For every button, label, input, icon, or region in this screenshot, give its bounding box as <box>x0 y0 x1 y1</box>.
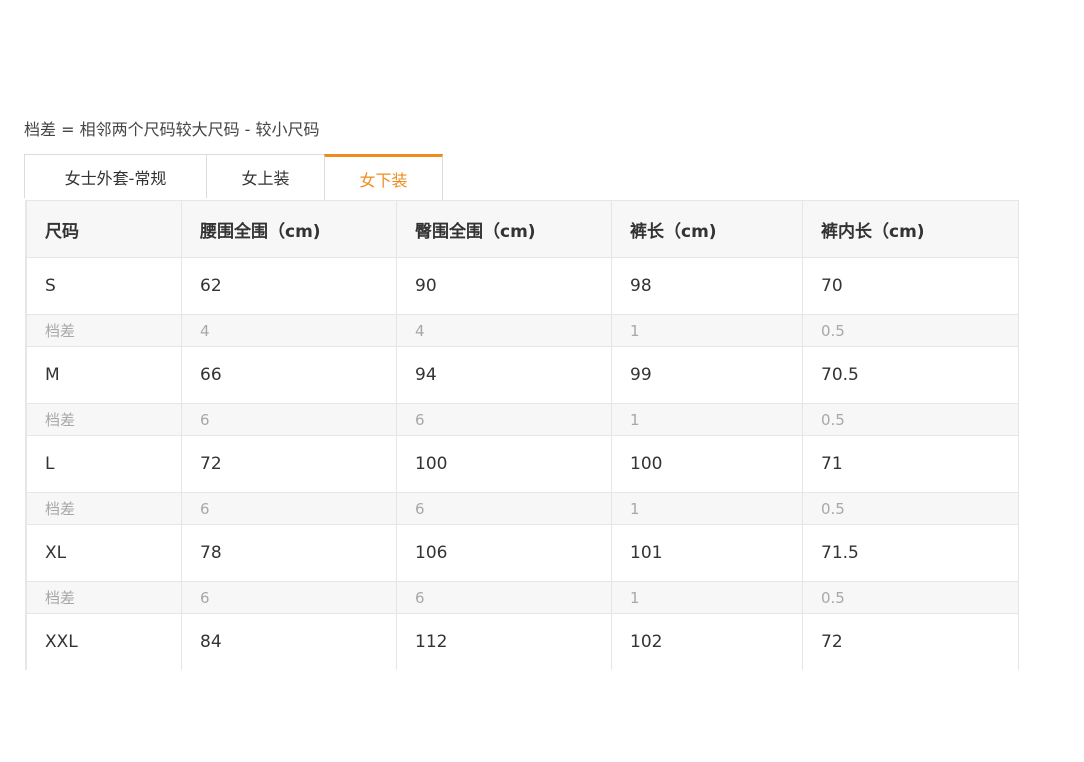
cell-inseam: 71 <box>802 435 1018 493</box>
cell-pants-length: 1 <box>611 581 803 614</box>
cell-hip: 94 <box>396 346 612 404</box>
cell-diff-label: 档差 <box>26 492 182 525</box>
table-diff-row: 档差 6 6 1 0.5 <box>26 581 1018 614</box>
cell-pants-length: 1 <box>611 492 803 525</box>
size-table: 尺码 腰围全围（cm) 臀围全围（cm) 裤长（cm) 裤内长（cm) S 62… <box>26 200 1018 670</box>
tab-womens-coat[interactable]: 女士外套-常规 <box>24 154 207 198</box>
cell-waist: 66 <box>181 346 397 404</box>
cell-waist: 78 <box>181 524 397 582</box>
table-row: XL 78 106 101 71.5 <box>26 524 1018 582</box>
cell-inseam: 70.5 <box>802 346 1018 404</box>
cell-inseam: 70 <box>802 257 1018 315</box>
cell-diff-label: 档差 <box>26 581 182 614</box>
cell-waist: 6 <box>181 403 397 436</box>
cell-hip: 6 <box>396 492 612 525</box>
cell-inseam: 0.5 <box>802 314 1018 347</box>
header-inseam: 裤内长（cm) <box>802 200 1018 258</box>
cell-pants-length: 98 <box>611 257 803 315</box>
cell-size: XXL <box>26 613 182 670</box>
cell-waist: 62 <box>181 257 397 315</box>
cell-size: S <box>26 257 182 315</box>
cell-inseam: 0.5 <box>802 492 1018 525</box>
cell-inseam: 0.5 <box>802 403 1018 436</box>
header-hip: 臀围全围（cm) <box>396 200 612 258</box>
cell-hip: 112 <box>396 613 612 670</box>
table-row: M 66 94 99 70.5 <box>26 346 1018 404</box>
size-chart: 尺码 腰围全围（cm) 臀围全围（cm) 裤长（cm) 裤内长（cm) S 62… <box>25 200 1019 670</box>
cell-hip: 100 <box>396 435 612 493</box>
cell-waist: 6 <box>181 492 397 525</box>
table-row: XXL 84 112 102 72 <box>26 613 1018 670</box>
cell-inseam: 0.5 <box>802 581 1018 614</box>
header-waist: 腰围全围（cm) <box>181 200 397 258</box>
table-diff-row: 档差 6 6 1 0.5 <box>26 492 1018 525</box>
cell-pants-length: 1 <box>611 403 803 436</box>
tab-womens-tops[interactable]: 女上装 <box>206 154 325 198</box>
category-tabs: 女士外套-常规 女上装 女下装 <box>24 154 443 200</box>
cell-pants-length: 101 <box>611 524 803 582</box>
cell-waist: 84 <box>181 613 397 670</box>
cell-size: M <box>26 346 182 404</box>
cell-hip: 6 <box>396 403 612 436</box>
cell-hip: 6 <box>396 581 612 614</box>
cell-pants-length: 99 <box>611 346 803 404</box>
cell-hip: 106 <box>396 524 612 582</box>
header-size: 尺码 <box>26 200 182 258</box>
cell-waist: 4 <box>181 314 397 347</box>
table-row: L 72 100 100 71 <box>26 435 1018 493</box>
cell-pants-length: 100 <box>611 435 803 493</box>
cell-inseam: 71.5 <box>802 524 1018 582</box>
table-header-row: 尺码 腰围全围（cm) 臀围全围（cm) 裤长（cm) 裤内长（cm) <box>26 200 1018 258</box>
cell-hip: 4 <box>396 314 612 347</box>
cell-waist: 6 <box>181 581 397 614</box>
cell-diff-label: 档差 <box>26 314 182 347</box>
tab-womens-bottoms[interactable]: 女下装 <box>324 154 443 200</box>
cell-size: XL <box>26 524 182 582</box>
cell-pants-length: 1 <box>611 314 803 347</box>
cell-inseam: 72 <box>802 613 1018 670</box>
table-diff-row: 档差 4 4 1 0.5 <box>26 314 1018 347</box>
cell-diff-label: 档差 <box>26 403 182 436</box>
cell-hip: 90 <box>396 257 612 315</box>
table-diff-row: 档差 6 6 1 0.5 <box>26 403 1018 436</box>
table-row: S 62 90 98 70 <box>26 257 1018 315</box>
cell-pants-length: 102 <box>611 613 803 670</box>
cell-size: L <box>26 435 182 493</box>
size-difference-note: 档差 = 相邻两个尺码较大尺码 - 较小尺码 <box>24 120 320 139</box>
cell-waist: 72 <box>181 435 397 493</box>
header-pants-length: 裤长（cm) <box>611 200 803 258</box>
